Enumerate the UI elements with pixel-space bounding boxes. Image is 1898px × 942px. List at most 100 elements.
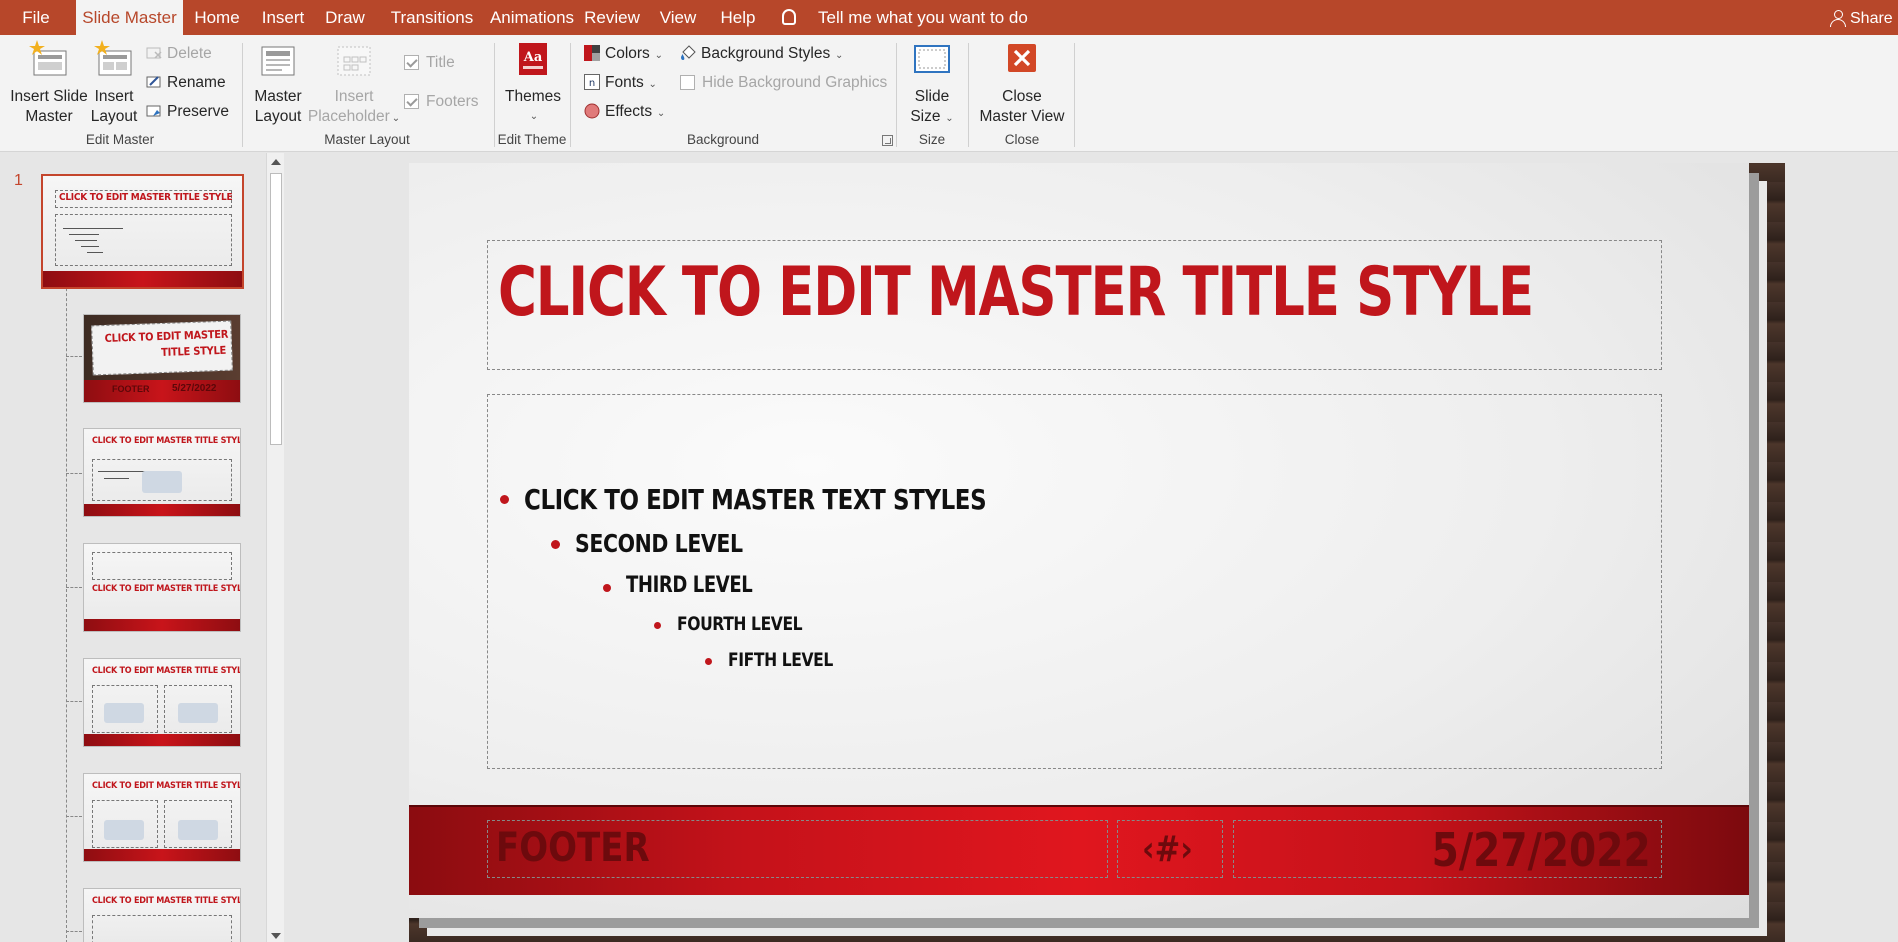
thumb-text-line xyxy=(87,252,103,253)
thumb-title: CLICK TO EDIT MASTER TITLE STYLE xyxy=(92,584,241,594)
effects-dropdown[interactable]: Effects ⌄ xyxy=(584,101,665,123)
slide-size-button[interactable]: Slide Size ⌄ xyxy=(902,39,962,129)
text-level-3[interactable]: THIRD LEVEL xyxy=(626,573,753,598)
thumb-content-icons xyxy=(104,820,144,840)
tab-home[interactable]: Home xyxy=(186,0,248,35)
preserve-button[interactable]: Preserve xyxy=(146,101,229,123)
chevron-down-icon: ⌄ xyxy=(391,113,401,124)
footer-text[interactable]: FOOTER xyxy=(496,825,650,871)
thumbnail-layout-3[interactable]: CLICK TO EDIT MASTER TITLE STYLE xyxy=(83,543,241,632)
thumbnail-scrollbar[interactable] xyxy=(266,153,284,942)
text-level-5[interactable]: FIFTH LEVEL xyxy=(728,649,833,671)
thumb-title: CLICK TO EDIT MASTER TITLE STYLE xyxy=(92,896,241,906)
thumb-footer-band xyxy=(84,619,240,631)
tab-help[interactable]: Help xyxy=(710,0,766,35)
chevron-down-icon: ⌄ xyxy=(651,50,663,61)
tab-insert[interactable]: Insert xyxy=(252,0,314,35)
background-dialog-launcher-icon[interactable] xyxy=(882,135,893,146)
title-placeholder[interactable]: CLICK TO EDIT MASTER TITLE STYLE xyxy=(487,240,1662,370)
tab-view[interactable]: View xyxy=(652,0,704,35)
tab-transitions[interactable]: Transitions xyxy=(382,0,482,35)
slide-master[interactable]: CLICK TO EDIT MASTER TITLE STYLE CLICK T… xyxy=(409,163,1749,918)
thumbnail-layout-4[interactable]: CLICK TO EDIT MASTER TITLE STYLE xyxy=(83,658,241,747)
rename-icon xyxy=(146,74,162,90)
master-layout-label-1: Master xyxy=(254,88,302,105)
body-placeholder[interactable]: CLICK TO EDIT MASTER TEXT STYLES SECOND … xyxy=(487,394,1662,769)
themes-button[interactable]: Aa Themes ⌄ xyxy=(500,39,566,127)
thumbnail-layout-2[interactable]: CLICK TO EDIT MASTER TITLE STYLE xyxy=(83,428,241,517)
colors-label: Colors xyxy=(605,45,650,62)
title-checkbox-box[interactable] xyxy=(404,55,419,70)
tell-me-search[interactable]: Tell me what you want to do xyxy=(782,0,1028,35)
insert-placeholder-label-2-text: Placeholder xyxy=(307,108,390,125)
chevron-down-icon: ⌄ xyxy=(832,50,844,61)
master-title-text[interactable]: CLICK TO EDIT MASTER TITLE STYLE xyxy=(498,253,1534,332)
thumbnail-layout-5[interactable]: CLICK TO EDIT MASTER TITLE STYLE xyxy=(83,773,241,862)
tab-review[interactable]: Review xyxy=(580,0,644,35)
layout-tree-tick xyxy=(66,816,82,817)
rename-label: Rename xyxy=(167,74,226,91)
title-checkbox-label: Title xyxy=(426,54,455,71)
master-layout-button[interactable]: Master Layout xyxy=(250,39,306,127)
thumbnail-slide-master[interactable]: CLICK TO EDIT MASTER TITLE STYLE xyxy=(41,174,244,289)
tab-animations[interactable]: Animations xyxy=(480,0,584,35)
thumb-footer-band xyxy=(43,271,242,287)
close-master-view-button[interactable]: Close Master View xyxy=(974,39,1070,127)
tab-slide-master[interactable]: Slide Master xyxy=(76,0,183,35)
text-level-1[interactable]: CLICK TO EDIT MASTER TEXT STYLES xyxy=(524,483,987,516)
thumbnail-layout-6[interactable]: CLICK TO EDIT MASTER TITLE STYLE xyxy=(83,888,241,942)
thumb-footer-band xyxy=(84,504,240,516)
layout-tree-tick xyxy=(66,473,82,474)
insert-layout-button[interactable]: Insert Layout xyxy=(88,39,140,127)
effects-icon xyxy=(584,103,600,119)
scroll-up-icon[interactable] xyxy=(271,159,281,165)
scrollbar-thumb[interactable] xyxy=(270,173,282,445)
lightbulb-icon xyxy=(782,9,796,25)
svg-text:n: n xyxy=(589,78,595,89)
group-separator xyxy=(896,43,897,147)
delete-button[interactable]: Delete xyxy=(146,43,212,65)
tab-file[interactable]: File xyxy=(0,0,72,35)
insert-placeholder-button[interactable]: Insert Placeholder ⌄ xyxy=(306,39,402,129)
hide-background-graphics-box[interactable] xyxy=(680,75,695,90)
layout-tree-tick xyxy=(66,587,82,588)
hide-background-graphics-label: Hide Background Graphics xyxy=(702,74,888,91)
date-placeholder[interactable]: 5/27/2022 xyxy=(1233,820,1662,878)
colors-dropdown[interactable]: Colors ⌄ xyxy=(584,43,663,65)
slide-number-placeholder[interactable]: ‹#› xyxy=(1117,820,1223,878)
text-level-2[interactable]: SECOND LEVEL xyxy=(575,529,743,558)
bullet-dot xyxy=(500,495,509,504)
insert-slide-master-button[interactable]: Insert Slide Master xyxy=(8,39,90,127)
rename-button[interactable]: Rename xyxy=(146,72,226,94)
hide-background-graphics-checkbox[interactable]: Hide Background Graphics xyxy=(680,72,887,94)
date-text[interactable]: 5/27/2022 xyxy=(1432,823,1651,877)
chevron-down-icon: ⌄ xyxy=(645,79,657,90)
tab-draw[interactable]: Draw xyxy=(318,0,372,35)
thumbnail-pane: 1 CLICK TO EDIT MASTER TITLE STYLE CLICK… xyxy=(0,153,290,942)
slide-number-text[interactable]: ‹#› xyxy=(1142,829,1193,870)
footers-checkbox[interactable]: Footers xyxy=(404,91,479,113)
thumb-title-card: CLICK TO EDIT MASTER TITLE STYLE xyxy=(91,320,233,376)
close-icon xyxy=(1008,44,1036,72)
delete-label: Delete xyxy=(167,45,212,62)
thumb-footer-band xyxy=(84,734,240,746)
thumb-title-line-1: CLICK TO EDIT MASTER xyxy=(104,327,229,345)
title-checkbox[interactable]: Title xyxy=(404,52,455,74)
footer-placeholder[interactable]: FOOTER xyxy=(487,820,1108,878)
background-styles-dropdown[interactable]: Background Styles ⌄ xyxy=(680,43,843,65)
thumb-text-line xyxy=(75,240,97,241)
fonts-dropdown[interactable]: n Fonts ⌄ xyxy=(584,72,657,94)
share-button[interactable]: Share xyxy=(1830,0,1893,35)
scroll-down-icon[interactable] xyxy=(271,933,281,939)
thumbnail-layout-1[interactable]: CLICK TO EDIT MASTER TITLE STYLE FOOTER … xyxy=(83,314,241,403)
group-label-master-layout: Master Layout xyxy=(324,132,410,147)
slide-master-number: 1 xyxy=(14,172,23,189)
layout-tree-tick xyxy=(66,701,82,702)
footers-checkbox-label: Footers xyxy=(426,93,479,110)
thumb-footer-band: FOOTER 5/27/2022 xyxy=(84,380,240,402)
text-level-4[interactable]: FOURTH LEVEL xyxy=(677,613,803,635)
preserve-label: Preserve xyxy=(167,103,230,120)
bullet-dot xyxy=(705,658,712,665)
group-label-close: Close xyxy=(1004,132,1040,147)
footers-checkbox-box[interactable] xyxy=(404,94,419,109)
